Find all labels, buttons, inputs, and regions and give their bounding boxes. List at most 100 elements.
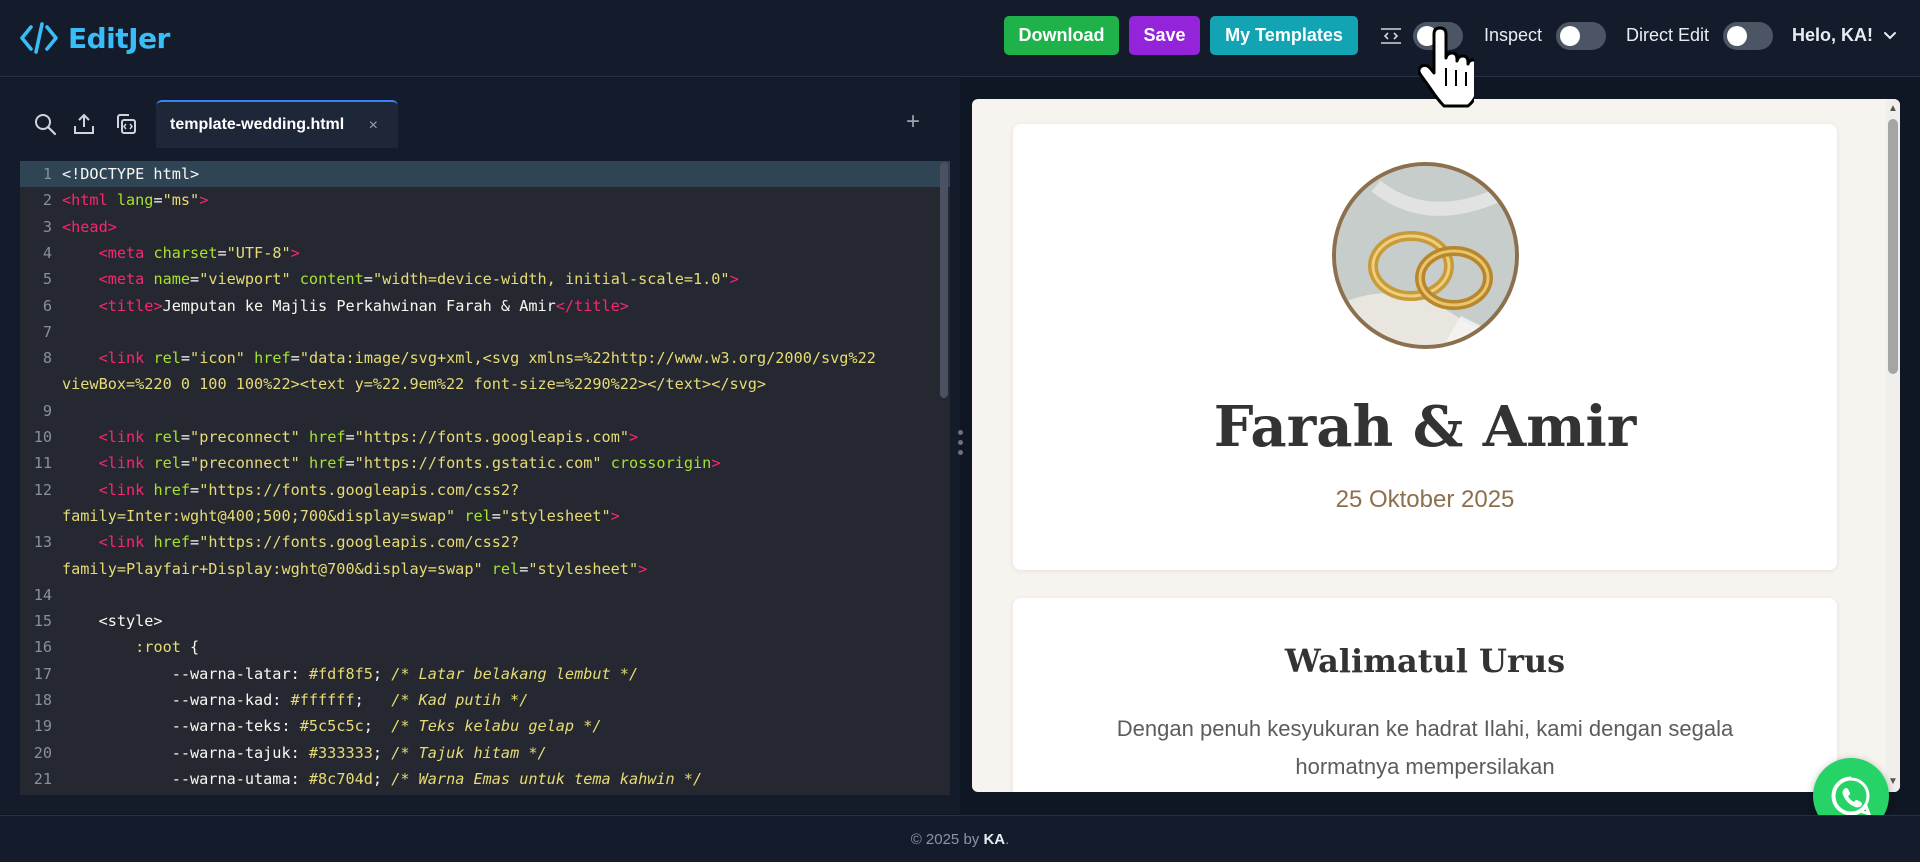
hand-cursor-icon	[1418, 26, 1474, 108]
scroll-up-icon[interactable]: ▲	[1886, 103, 1900, 115]
my-templates-button[interactable]: My Templates	[1210, 16, 1358, 55]
code-text: :root {	[135, 638, 200, 657]
user-menu[interactable]: Helo, KA!	[1792, 25, 1897, 46]
pane-resize-handle[interactable]	[958, 430, 964, 462]
toggle-knob	[1560, 26, 1580, 46]
hero-card: Farah & Amir 25 Oktober 2025	[1013, 124, 1837, 570]
wedding-rings-icon	[1336, 166, 1515, 345]
code-line[interactable]: 20 --warna-tajuk: #333333; /* Tajuk hita…	[20, 740, 950, 766]
line-number: 18	[33, 691, 52, 709]
code-line[interactable]: 10 <link rel="preconnect" href="https://…	[20, 424, 950, 450]
code-text: --warna-teks: #5c5c5c; /* Teks kelabu ge…	[62, 717, 602, 736]
code-brackets-icon	[20, 22, 58, 54]
line-number: 3	[42, 217, 52, 236]
line-number: 16	[33, 638, 52, 657]
code-line[interactable]: 13 <link href="https://fonts.googleapis.…	[20, 529, 950, 555]
code-line[interactable]: 5 <meta name="viewport" content="width=d…	[20, 266, 950, 292]
code-line[interactable]: 2 <html lang="ms">	[20, 187, 950, 213]
upload-icon[interactable]	[72, 112, 96, 136]
line-number: 11	[33, 454, 52, 473]
code-text: family=Inter:wght@400;500;700&display=sw…	[62, 506, 620, 525]
download-button[interactable]: Download	[1004, 16, 1119, 55]
code-text: <title>Jemputan ke Majlis Perkahwinan Fa…	[98, 296, 629, 315]
tab-template-wedding[interactable]: template-wedding.html ×	[156, 100, 398, 148]
code-line[interactable]: 11 <link rel="preconnect" href="https://…	[20, 450, 950, 476]
code-line[interactable]: 1 <!DOCTYPE html>	[20, 161, 950, 187]
code-text: <!DOCTYPE html>	[62, 165, 200, 183]
add-tab-button[interactable]: +	[906, 108, 920, 136]
code-view-icon[interactable]	[1380, 27, 1402, 45]
code-line[interactable]: 21 --warna-utama: #8c704d; /* Warna Emas…	[20, 766, 950, 792]
line-number: 5	[42, 270, 52, 289]
walimah-card: Walimatul Urus Dengan penuh kesyukuran k…	[1013, 598, 1837, 792]
code-text: --warna-kad: #ffffff; /* Kad putih */	[62, 691, 529, 709]
user-greeting: Helo, KA!	[1792, 25, 1873, 45]
code-line[interactable]: viewBox=%220 0 100 100%22><text y=%22.9e…	[20, 371, 950, 397]
code-line[interactable]: 8 <link rel="icon" href="data:image/svg+…	[20, 345, 950, 371]
line-number: 7	[42, 322, 52, 341]
line-number: 19	[33, 717, 52, 736]
code-text: <head>	[62, 217, 117, 236]
code-line[interactable]: 7	[20, 319, 950, 345]
code-line[interactable]: family=Inter:wght@400;500;700&display=sw…	[20, 503, 950, 529]
line-number: 4	[42, 243, 52, 262]
walimah-title: Walimatul Urus	[1284, 642, 1566, 680]
line-number: 12	[33, 480, 52, 499]
couple-name: Farah & Amir	[1213, 394, 1637, 460]
code-text: <meta charset="UTF-8">	[98, 243, 300, 262]
save-button[interactable]: Save	[1129, 16, 1200, 55]
code-text: <html lang="ms">	[62, 191, 209, 210]
code-line[interactable]: 3 <head>	[20, 214, 950, 240]
scroll-down-icon[interactable]: ▼	[1886, 776, 1900, 788]
line-number: 14	[33, 585, 52, 604]
code-editor-pane: template-wedding.html × + 1 <!DOCTYPE htm…	[0, 78, 960, 814]
code-text: --warna-tajuk: #333333; /* Tajuk hitam *…	[62, 743, 547, 762]
line-number: 13	[33, 533, 52, 552]
footer-author: KA	[983, 831, 1006, 848]
preview-scrollbar[interactable]	[1888, 119, 1898, 374]
line-number: 9	[42, 401, 52, 420]
code-line[interactable]: 19 --warna-teks: #5c5c5c; /* Teks kelabu…	[20, 713, 950, 739]
chevron-down-icon	[1884, 31, 1896, 39]
app-logo[interactable]: EditJer	[20, 18, 170, 58]
line-number: 1	[42, 165, 52, 183]
code-text: <link href="https://fonts.googleapis.com…	[98, 480, 520, 499]
code-text: family=Playfair+Display:wght@700&display…	[62, 559, 648, 578]
code-text: <link rel="preconnect" href="https://fon…	[98, 454, 721, 473]
inspect-toggle[interactable]	[1556, 22, 1606, 50]
code-line[interactable]: 16 :root {	[20, 634, 950, 660]
code-line[interactable]: family=Playfair+Display:wght@700&display…	[20, 556, 950, 582]
footer: © 2025 by KA.	[0, 815, 1920, 862]
footer-suffix: .	[1005, 831, 1010, 848]
line-number: 8	[42, 349, 52, 368]
code-line[interactable]: 17 --warna-latar: #fdf8f5; /* Latar bela…	[20, 661, 950, 687]
direct-edit-toggle[interactable]	[1723, 22, 1773, 50]
code-line[interactable]: 4 <meta charset="UTF-8">	[20, 240, 950, 266]
copy-code-icon[interactable]	[114, 112, 138, 136]
close-icon[interactable]: ×	[369, 117, 378, 135]
code-text: <link rel="preconnect" href="https://fon…	[98, 428, 639, 446]
search-icon[interactable]	[33, 112, 57, 136]
line-number: 20	[33, 743, 52, 762]
line-number: 17	[33, 664, 52, 683]
code-line[interactable]: 6 <title>Jemputan ke Majlis Perkahwinan …	[20, 293, 950, 319]
editor-tabbar: template-wedding.html × +	[0, 98, 960, 148]
code-line[interactable]: 18 --warna-kad: #ffffff; /* Kad putih */	[20, 687, 950, 713]
tab-label: template-wedding.html	[170, 116, 345, 133]
toggle-knob	[1727, 26, 1747, 46]
app-title: EditJer	[68, 21, 170, 55]
code-text: --warna-utama: #8c704d; /* Warna Emas un…	[62, 769, 703, 788]
line-number: 2	[42, 191, 52, 210]
code-line[interactable]: 15 <style>	[20, 608, 950, 634]
code-text: viewBox=%220 0 100 100%22><text y=%22.9e…	[62, 375, 767, 394]
code-line[interactable]: 14	[20, 582, 950, 608]
code-line[interactable]: 12 <link href="https://fonts.googleapis.…	[20, 477, 950, 503]
wedding-date: 25 Oktober 2025	[1335, 486, 1515, 513]
code-text: <link rel="icon" href="data:image/svg+xm…	[98, 349, 876, 368]
code-area[interactable]: 1 <!DOCTYPE html> 2 <html lang="ms"> 3 <head>…	[20, 161, 950, 795]
inspect-label: Inspect	[1484, 25, 1543, 45]
editor-scrollbar[interactable]	[940, 162, 948, 398]
line-number: 10	[33, 428, 52, 446]
code-line[interactable]: 9	[20, 398, 950, 424]
live-preview-pane: Farah & Amir 25 Oktober 2025 Walimatul U…	[972, 99, 1900, 792]
